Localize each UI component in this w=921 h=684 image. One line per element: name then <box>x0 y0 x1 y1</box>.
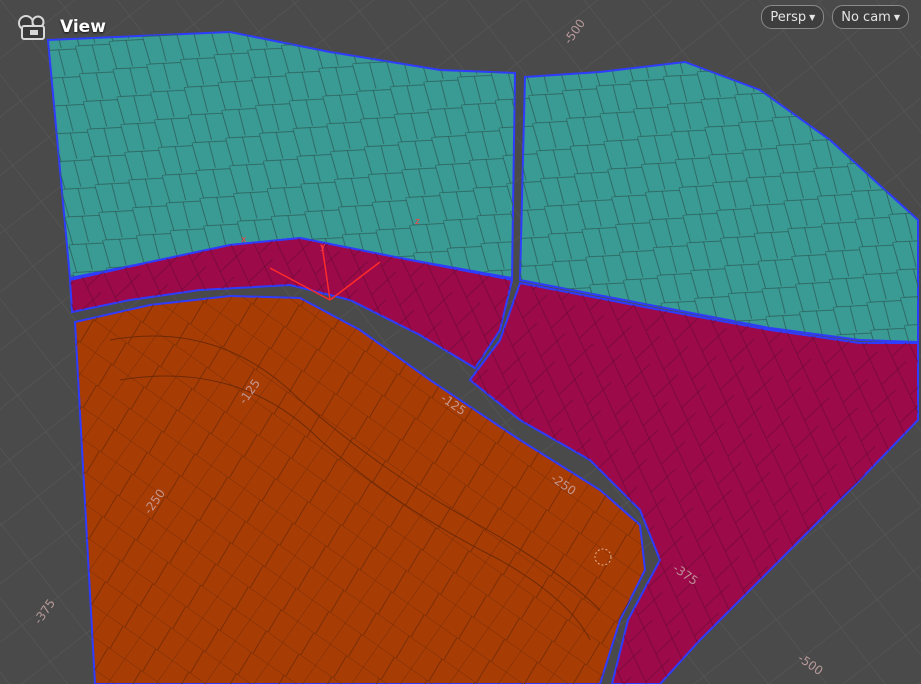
view-camera-icon[interactable] <box>16 12 50 42</box>
axis-label-y: y <box>320 242 326 252</box>
viewport-title: View <box>60 17 106 37</box>
camera-menu-button[interactable]: No cam ▼ <box>832 5 909 29</box>
viewport-header: View <box>16 12 106 42</box>
camera-menu-label: No cam <box>841 9 891 25</box>
viewport-controls: Persp ▼ No cam ▼ <box>761 5 909 29</box>
projection-menu-button[interactable]: Persp ▼ <box>761 5 825 29</box>
axis-label-z: z <box>415 217 420 227</box>
chevron-down-icon: ▼ <box>893 12 900 22</box>
chevron-down-icon: ▼ <box>809 12 816 22</box>
axis-label-x: x <box>241 235 247 245</box>
3d-viewport[interactable]: x y z -125 -250 -375 -500 -375 -250 -125… <box>0 0 921 684</box>
projection-menu-label: Persp <box>770 9 807 25</box>
viewport-canvas[interactable]: x y z -125 -250 -375 -500 -375 -250 -125… <box>0 0 921 684</box>
